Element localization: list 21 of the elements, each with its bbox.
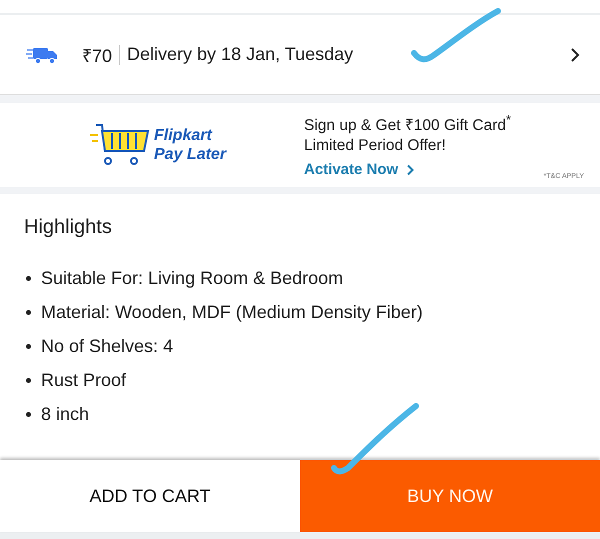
chevron-right-icon	[406, 164, 416, 176]
highlight-item: 8 inch	[41, 404, 90, 424]
bullet-icon	[26, 378, 31, 382]
offer-subtitle: Limited Period Offer!	[304, 136, 447, 156]
add-to-cart-button[interactable]: ADD TO CART	[0, 460, 300, 532]
logo-text: Pay Later	[154, 145, 226, 164]
bullet-icon	[26, 344, 31, 348]
delivery-price: ₹70	[82, 44, 112, 66]
logo-text: Flipkart	[154, 126, 214, 145]
bullet-icon	[26, 412, 31, 416]
offer-headline: Sign up & Get ₹100 Gift Card$^{*}$	[304, 110, 512, 136]
chevron-right-icon	[570, 46, 580, 62]
highlight-item: Suitable For: Living Room & Bedroom	[41, 268, 344, 288]
delivery-date: Delivery by 18 Jan, Tuesday	[127, 44, 354, 65]
activate-link[interactable]: Activate Now	[304, 160, 512, 180]
highlight-item: Material: Wooden, MDF (Medium Density Fiber)	[41, 302, 423, 322]
highlight-item: No of Shelves: 4	[41, 336, 174, 356]
bullet-icon	[26, 310, 31, 314]
bullet-icon	[26, 276, 31, 280]
highlight-item: Rust Proof	[41, 370, 126, 390]
section-title: Highlights	[24, 216, 113, 239]
